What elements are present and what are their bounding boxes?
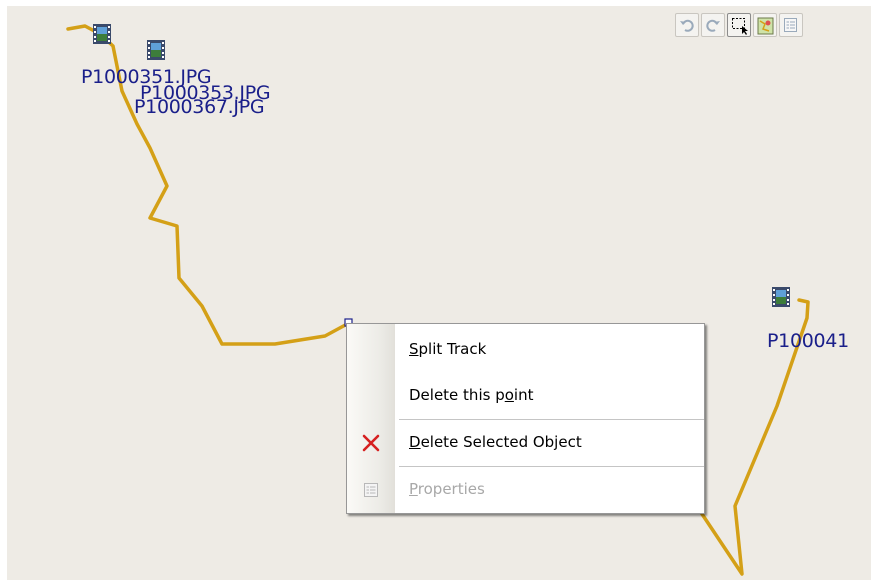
- menu-item-delete-this-point[interactable]: Delete this point: [347, 376, 704, 416]
- properties-icon: [364, 483, 378, 497]
- undo-icon: [680, 19, 694, 32]
- menu-separator: [399, 419, 704, 420]
- photo-label[interactable]: P1000367.JPG: [134, 98, 265, 117]
- properties-button[interactable]: [779, 13, 803, 37]
- undo-button[interactable]: [675, 13, 699, 37]
- menu-item-split-track[interactable]: Split Track: [347, 330, 704, 370]
- properties-icon: [784, 18, 797, 32]
- menu-item-label: Delete this point: [409, 386, 534, 404]
- photo-film-icon[interactable]: [91, 23, 113, 45]
- photo-film-icon[interactable]: [145, 39, 167, 61]
- menu-item-properties[interactable]: Properties: [347, 470, 704, 510]
- context-menu: Split Track Delete this point Delete Sel…: [346, 323, 705, 514]
- menu-item-delete-selected-object[interactable]: Delete Selected Object: [347, 423, 704, 463]
- menu-item-label: Split Track: [409, 340, 487, 358]
- photo-film-icon[interactable]: [770, 286, 792, 308]
- map-layers-button[interactable]: [753, 13, 777, 37]
- photo-label[interactable]: P100041: [767, 332, 849, 351]
- menu-item-label: Properties: [409, 480, 485, 498]
- delete-x-icon: [362, 434, 380, 452]
- menu-separator: [399, 466, 704, 467]
- redo-icon: [706, 19, 720, 32]
- select-button[interactable]: [727, 13, 751, 37]
- redo-button[interactable]: [701, 13, 725, 37]
- select-rectangle-icon: [732, 18, 748, 35]
- menu-item-label: Delete Selected Object: [409, 433, 582, 451]
- map-layers-icon: [757, 17, 774, 35]
